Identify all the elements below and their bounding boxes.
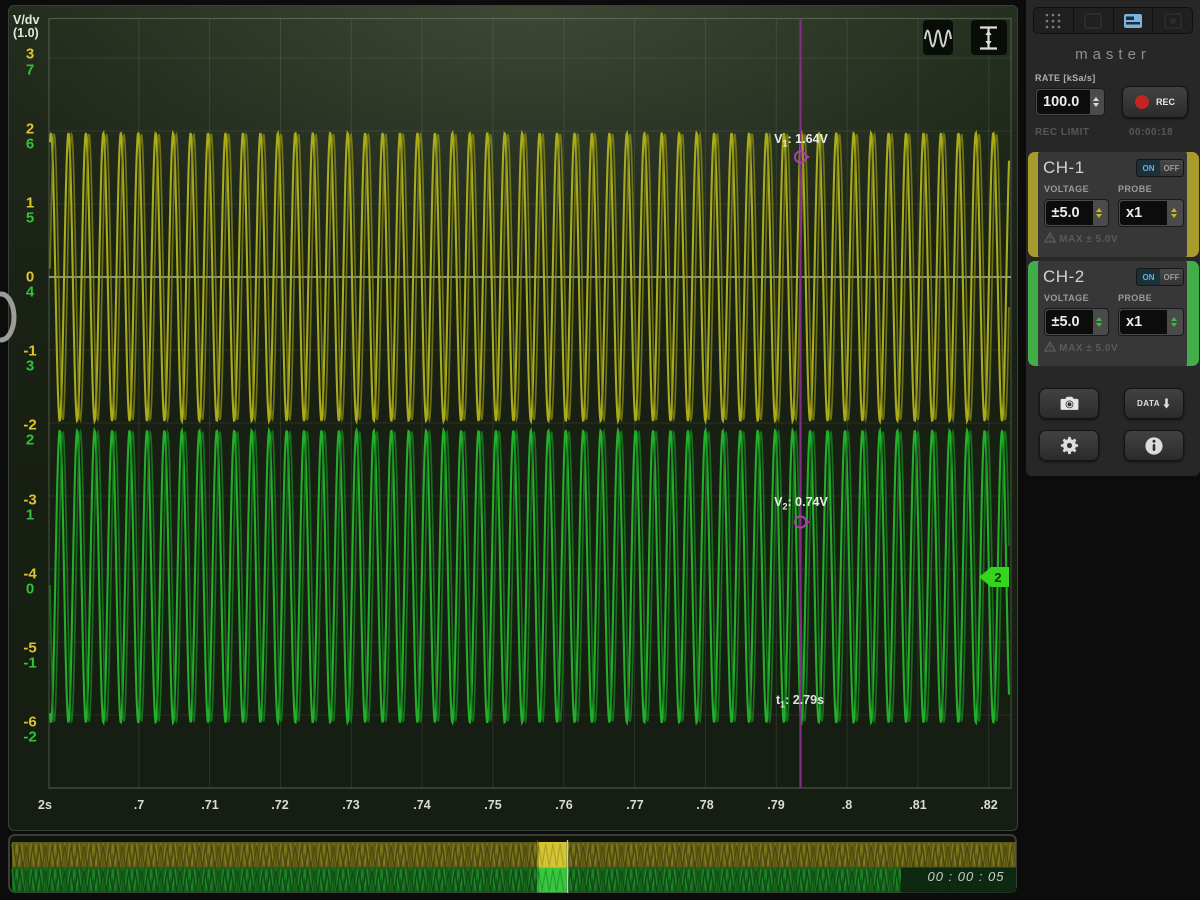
svg-text:2: 2 (994, 570, 1001, 585)
